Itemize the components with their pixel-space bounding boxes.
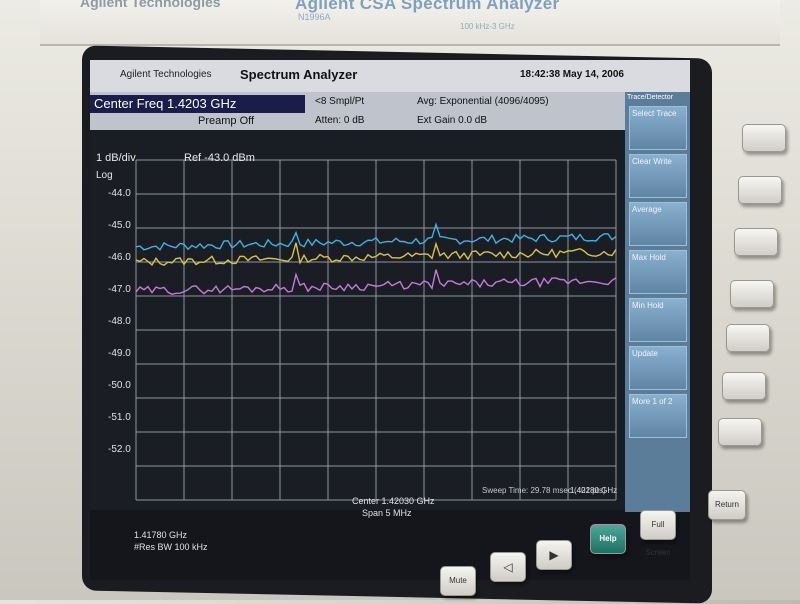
softkey-update[interactable]: Update (629, 346, 687, 390)
y-tick-label: -44.0 (108, 188, 131, 199)
softkey-average[interactable]: Average (629, 202, 687, 246)
y-tick-label: -46.0 (108, 252, 131, 263)
help-button[interactable]: Help (590, 524, 626, 554)
timestamp: 18:42:38 May 14, 2006 (520, 69, 624, 80)
softkey-max-hold[interactable]: Max Hold (629, 250, 687, 294)
softkey-clear-write[interactable]: Clear Write (629, 154, 687, 198)
scale-label: 1 dB/div (96, 152, 136, 164)
speaker-icon: ◁ (503, 560, 513, 574)
hardkey-5[interactable] (726, 324, 770, 352)
hardkey-2[interactable] (738, 176, 782, 204)
softkey-select-trace[interactable]: Select Trace (629, 106, 687, 150)
center-frequency: Center 1.42030 GHz (352, 496, 435, 506)
y-tick-label: -45.0 (108, 220, 131, 231)
ext-gain-label: Ext Gain 0.0 dB (417, 115, 488, 126)
frequency-range: 100 kHz-3 GHz (460, 22, 515, 31)
model-number: N1996A (298, 12, 331, 22)
hardkey-4[interactable] (730, 280, 774, 308)
start-frequency: 1.41780 GHz (134, 530, 188, 540)
hardkey-7[interactable] (718, 418, 762, 446)
sampling-label: <8 Smpl/Pt (315, 96, 365, 107)
hardkey-1[interactable] (742, 124, 786, 152)
softkey-min-hold[interactable]: Min Hold (629, 298, 687, 342)
softkey-more[interactable]: More 1 of 2 (629, 394, 687, 438)
mute-button[interactable]: Mute (440, 566, 476, 596)
y-tick-label: -51.0 (108, 412, 131, 423)
averaging-label: Avg: Exponential (4096/4095) (417, 96, 549, 107)
display-screen: Agilent Technologies Spectrum Analyzer 1… (90, 60, 690, 580)
brand-label: Agilent Technologies (80, 0, 221, 10)
return-button[interactable]: Return (708, 490, 746, 520)
y-tick-label: -48.0 (108, 316, 131, 327)
hardkey-6[interactable] (722, 372, 766, 400)
softkey-menu-title: Trace/Detector (627, 94, 674, 101)
reference-level: Ref -43.0 dBm (184, 152, 255, 164)
y-tick-label: -50.0 (108, 380, 131, 391)
hardkey-3[interactable] (734, 228, 778, 256)
sweep-time: Sweep Time: 29.78 msec (401 pts) (482, 486, 606, 495)
y-tick-label: -49.0 (108, 348, 131, 359)
screen-title: Spectrum Analyzer (240, 67, 358, 82)
attenuation-label: Atten: 0 dB (315, 115, 365, 126)
model-title: Agilent CSA Spectrum Analyzer (295, 0, 560, 13)
span: Span 5 MHz (362, 508, 412, 518)
full-screen-button[interactable]: Full Screen (640, 510, 676, 557)
log-label: Log (96, 170, 113, 181)
center-freq-label: Center Freq 1.4203 GHz (94, 96, 237, 111)
softkey-panel: Trace/Detector Select Trace Clear Write … (625, 92, 690, 512)
volume-down-button[interactable]: ◁ (490, 552, 526, 582)
resolution-bandwidth: #Res BW 100 kHz (134, 542, 208, 552)
speaker-loud-icon: ▶ (549, 548, 559, 562)
y-tick-label: -52.0 (108, 444, 131, 455)
volume-up-button[interactable]: ▶ (536, 540, 572, 570)
screen-brand: Agilent Technologies (120, 69, 212, 80)
preamp-label: Preamp Off (198, 115, 255, 127)
plot-area (90, 130, 625, 510)
y-tick-label: -47.0 (108, 284, 131, 295)
screen-title-bar: Agilent Technologies Spectrum Analyzer 1… (90, 60, 690, 92)
graticule-grid (135, 159, 617, 501)
